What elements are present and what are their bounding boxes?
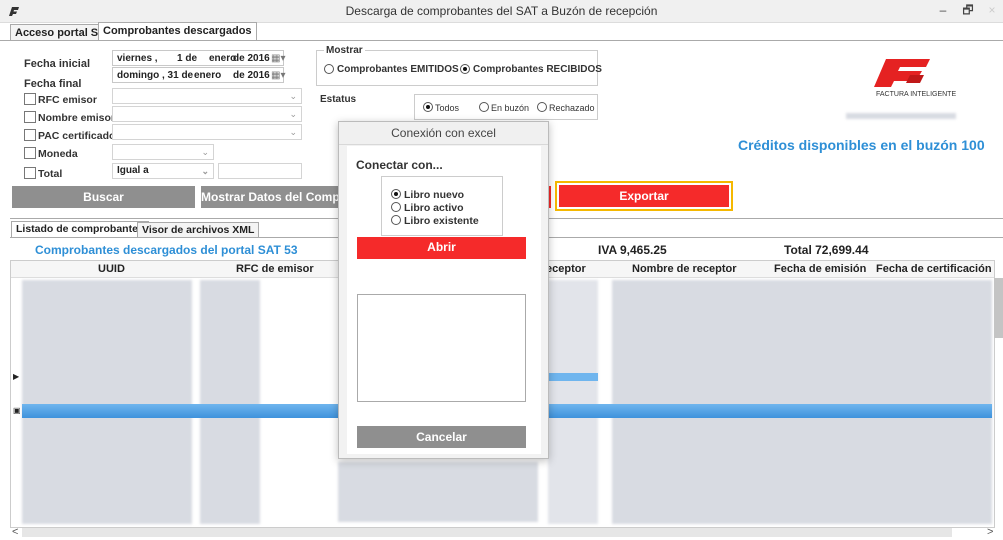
rfc-emisor-combo[interactable]: ⌄ [112,88,302,104]
blurred-rfc-receptor-column [548,280,598,524]
total-operator-value: Igual a [117,165,149,176]
calendar-icon[interactable]: ▦▾ [271,51,285,67]
excel-connection-dialog: Conexión con excel Conectar con... Libro… [338,121,549,459]
fecha-inicial-label: Fecha inicial [24,58,91,70]
libro-existente-label: Libro existente [404,215,479,227]
fecha-final-label: Fecha final [24,78,82,90]
col-rfc-emisor[interactable]: RFC de emisor [236,263,314,275]
blurred-receptor-columns [612,280,992,524]
moneda-combo[interactable]: ⌄ [112,144,214,160]
rfc-emisor-checkbox[interactable] [24,93,36,105]
tab-visor-xml[interactable]: Visor de archivos XML [137,222,260,237]
nombre-emisor-combo[interactable]: ⌄ [112,106,302,122]
cancelar-button[interactable]: Cancelar [357,426,526,448]
fecha-final-weekday: domingo , 31 de [117,70,194,81]
close-button[interactable]: × [981,2,1003,18]
mostrar-datos-button[interactable]: Mostrar Datos del Compro [201,186,338,208]
brand-name: FACTURA INTELIGENTE [876,91,957,98]
col-fecha-certificacion[interactable]: Fecha de certificación [876,263,992,275]
rechazado-radio[interactable] [537,102,547,112]
recibidos-label: Comprobantes RECIBIDOS [473,64,602,75]
moneda-label: Moneda [38,148,78,160]
creditos-disponibles: Créditos disponibles en el buzón 100 [738,137,985,153]
fecha-inicial-weekday: viernes , [117,53,158,64]
iva-total: IVA 9,465.25 [598,243,667,257]
fecha-final-year: de 2016 [233,70,270,81]
fecha-inicial-picker[interactable]: viernes , 1 de enero de 2016 ▦▾ [112,50,285,67]
vertical-scrollbar-thumb[interactable] [994,278,1003,338]
pac-certificador-combo[interactable]: ⌄ [112,124,302,140]
blurred-rows-below-dialog [338,462,538,522]
horizontal-scrollbar-thumb[interactable] [22,528,952,537]
scroll-right-button[interactable]: > [987,526,999,538]
total-value-input[interactable] [218,163,302,179]
title-bar: Descarga de comprobantes del SAT a Buzón… [0,0,1003,23]
partial-selection [548,373,598,381]
tab-listado-comprobantes[interactable]: Listado de comprobantes [11,221,149,237]
dialog-body: Conectar con... Libro nuevo Libro activo… [347,146,541,454]
col-rfc-receptor[interactable]: eceptor [546,263,586,275]
estatus-title: Estatus [320,94,357,105]
factura-inteligente-logo [874,59,930,87]
col-uuid[interactable]: UUID [98,263,125,275]
moneda-checkbox[interactable] [24,147,36,159]
rfc-emisor-label: RFC emisor [38,94,97,106]
calendar-icon[interactable]: ▦▾ [271,68,285,84]
nombre-emisor-checkbox[interactable] [24,111,36,123]
exportar-button[interactable]: Exportar [559,185,729,207]
libro-activo-radio[interactable] [391,202,401,212]
fecha-inicial-day: 1 de [177,53,198,64]
en-buzon-radio[interactable] [479,102,489,112]
fecha-final-month: enero [194,70,222,81]
col-fecha-emision[interactable]: Fecha de emisión [774,263,866,275]
blurred-rfc-emisor-column [200,280,260,524]
emitidos-radio[interactable] [324,64,334,74]
maximize-button[interactable]: 🗗 [957,2,979,18]
fecha-inicial-year: de 2016 [233,53,270,64]
recibidos-radio[interactable] [460,64,470,74]
grand-total: Total 72,699.44 [784,243,869,257]
minimize-button[interactable]: – [932,2,954,18]
total-label: Total [38,168,63,180]
chevron-down-icon: ⌄ [289,109,297,119]
buscar-button[interactable]: Buscar [12,186,195,208]
en-buzon-label: En buzón [491,103,530,113]
chevron-down-icon: ⌄ [201,147,209,157]
file-list-box[interactable] [357,294,526,402]
todos-label: Todos [435,103,460,113]
chevron-down-icon: ⌄ [289,127,297,137]
col-nombre-receptor[interactable]: Nombre de receptor [632,263,737,275]
libro-nuevo-label: Libro nuevo [404,189,465,201]
chevron-down-icon: ⌄ [289,91,297,101]
total-checkbox[interactable] [24,167,36,179]
libro-activo-label: Libro activo [404,202,464,214]
nombre-emisor-label: Nombre emisor [38,112,116,124]
row-pointer-icon: ▶ [13,372,20,381]
blurred-uuid-column [22,280,192,524]
todos-radio[interactable] [423,102,433,112]
total-operator-combo[interactable]: Igual a ⌄ [112,163,214,179]
window-title: Descarga de comprobantes del SAT a Buzón… [345,4,658,18]
row-edit-icon: ▣ [13,406,21,415]
chevron-down-icon: ⌄ [201,166,209,176]
libro-existente-radio[interactable] [391,215,401,225]
abrir-button[interactable]: Abrir [357,237,526,259]
fecha-final-picker[interactable]: domingo , 31 de enero de 2016 ▦▾ [112,67,285,84]
emitidos-label: Comprobantes EMITIDOS [337,64,459,75]
tab-comprobantes-descargados[interactable]: Comprobantes descargados [98,22,257,41]
comprobantes-descargados-count: Comprobantes descargados del portal SAT … [35,243,298,257]
mostrar-title: Mostrar [324,45,365,56]
pac-certificador-checkbox[interactable] [24,129,36,141]
blurred-user-info [846,113,956,119]
libro-nuevo-radio[interactable] [391,189,401,199]
dialog-title: Conexión con excel [339,122,548,145]
pac-certificador-label: PAC certificador [38,130,120,142]
conectar-con-label: Conectar con... [356,158,443,172]
tab-divider [0,40,1003,41]
rechazado-label: Rechazado [549,103,595,113]
